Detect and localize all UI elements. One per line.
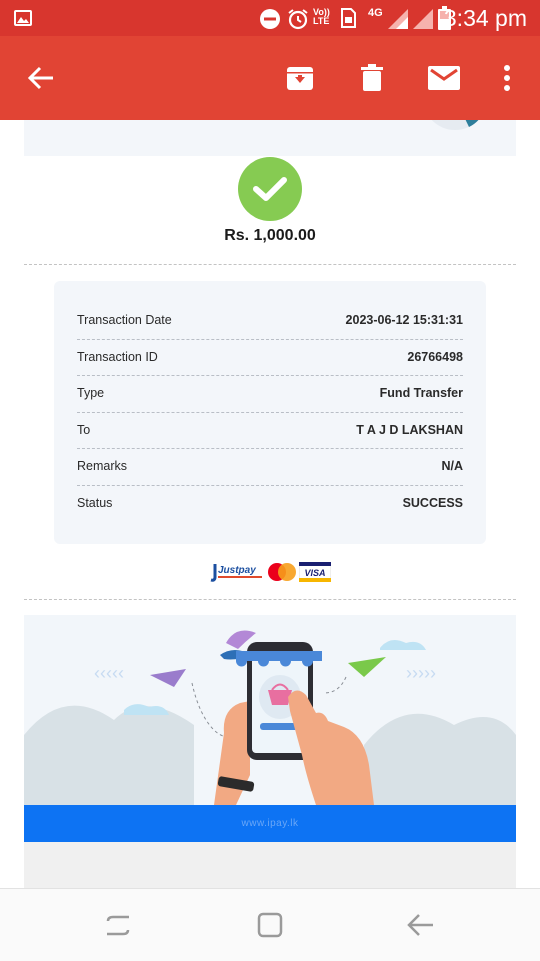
signal-icon	[413, 9, 433, 29]
status-time: 3:34 pm	[443, 5, 527, 31]
back-arrow-icon	[28, 66, 53, 90]
detail-value: SUCCESS	[402, 496, 463, 510]
recent-apps-icon[interactable]	[103, 910, 133, 940]
divider	[24, 599, 516, 600]
more-options-button[interactable]	[487, 58, 527, 98]
mail-button[interactable]	[424, 58, 464, 98]
detail-label: Type	[77, 386, 105, 400]
signal-icon	[388, 9, 408, 29]
delete-icon	[361, 64, 383, 91]
alarm-icon	[288, 9, 308, 30]
detail-row-status: Status SUCCESS	[77, 485, 463, 521]
detail-value: N/A	[441, 459, 463, 473]
success-check-icon	[238, 157, 302, 221]
transaction-amount: Rs. 1,000.00	[224, 227, 316, 244]
justpay-logo: Justpay	[210, 563, 262, 582]
footer-bar: www.ipay.lk	[24, 805, 516, 842]
detail-value: T A J D LAKSHAN	[356, 423, 463, 437]
detail-label: To	[77, 423, 91, 437]
app-bar	[0, 36, 540, 120]
volte-icon: Vo)) LTE	[313, 7, 330, 26]
svg-text:‹‹‹‹‹: ‹‹‹‹‹	[94, 663, 124, 683]
svg-text:Justpay: Justpay	[218, 565, 256, 576]
detail-value: 26766498	[407, 350, 463, 364]
mail-icon	[428, 66, 460, 90]
visa-logo: VISA	[299, 561, 331, 582]
pie-graphic	[431, 120, 479, 130]
detail-value: Fund Transfer	[379, 386, 463, 400]
detail-row-type: Type Fund Transfer	[77, 375, 463, 411]
detail-row-date: Transaction Date 2023-06-12 15:31:31	[77, 302, 463, 338]
archive-icon	[287, 67, 313, 90]
delete-button[interactable]	[352, 58, 392, 98]
archive-button[interactable]	[280, 58, 320, 98]
back-button[interactable]	[21, 58, 61, 98]
detail-label: Transaction Date	[77, 313, 172, 327]
back-icon[interactable]	[406, 910, 436, 940]
header-strip	[24, 120, 516, 156]
home-icon[interactable]	[255, 910, 285, 940]
network-type-label: 4G	[368, 7, 383, 19]
detail-label: Transaction ID	[77, 350, 158, 364]
email-content[interactable]: Rs. 1,000.00 Transaction Date 2023-06-12…	[0, 120, 540, 888]
status-bar: Vo)) LTE 4G 3:34 pm	[0, 0, 540, 36]
svg-text:VISA: VISA	[304, 568, 325, 578]
promo-banner: ‹‹‹‹‹ ›››››	[24, 615, 516, 805]
sim-icon	[341, 8, 356, 28]
mastercard-logo	[268, 562, 296, 581]
detail-row-remarks: Remarks N/A	[77, 448, 463, 484]
do-not-disturb-icon	[260, 9, 280, 29]
detail-row-transaction-id: Transaction ID 26766498	[77, 339, 463, 375]
gallery-icon	[14, 10, 32, 26]
footer-url-link[interactable]: www.ipay.lk	[242, 818, 299, 829]
detail-value: 2023-06-12 15:31:31	[345, 313, 463, 327]
svg-text:›››››: ›››››	[406, 663, 436, 683]
phone-shopping-illustration: ‹‹‹‹‹ ›››››	[24, 630, 516, 805]
transaction-details-card: Transaction Date 2023-06-12 15:31:31 Tra…	[54, 281, 486, 544]
more-vert-icon	[504, 65, 510, 91]
detail-label: Status	[77, 496, 113, 510]
detail-label: Remarks	[77, 459, 128, 473]
email-bottom-area	[24, 842, 516, 888]
detail-row-to: To T A J D LAKSHAN	[77, 412, 463, 448]
divider	[24, 264, 516, 265]
system-nav-bar	[0, 888, 540, 961]
payment-logos: Justpay VISA	[54, 544, 486, 599]
